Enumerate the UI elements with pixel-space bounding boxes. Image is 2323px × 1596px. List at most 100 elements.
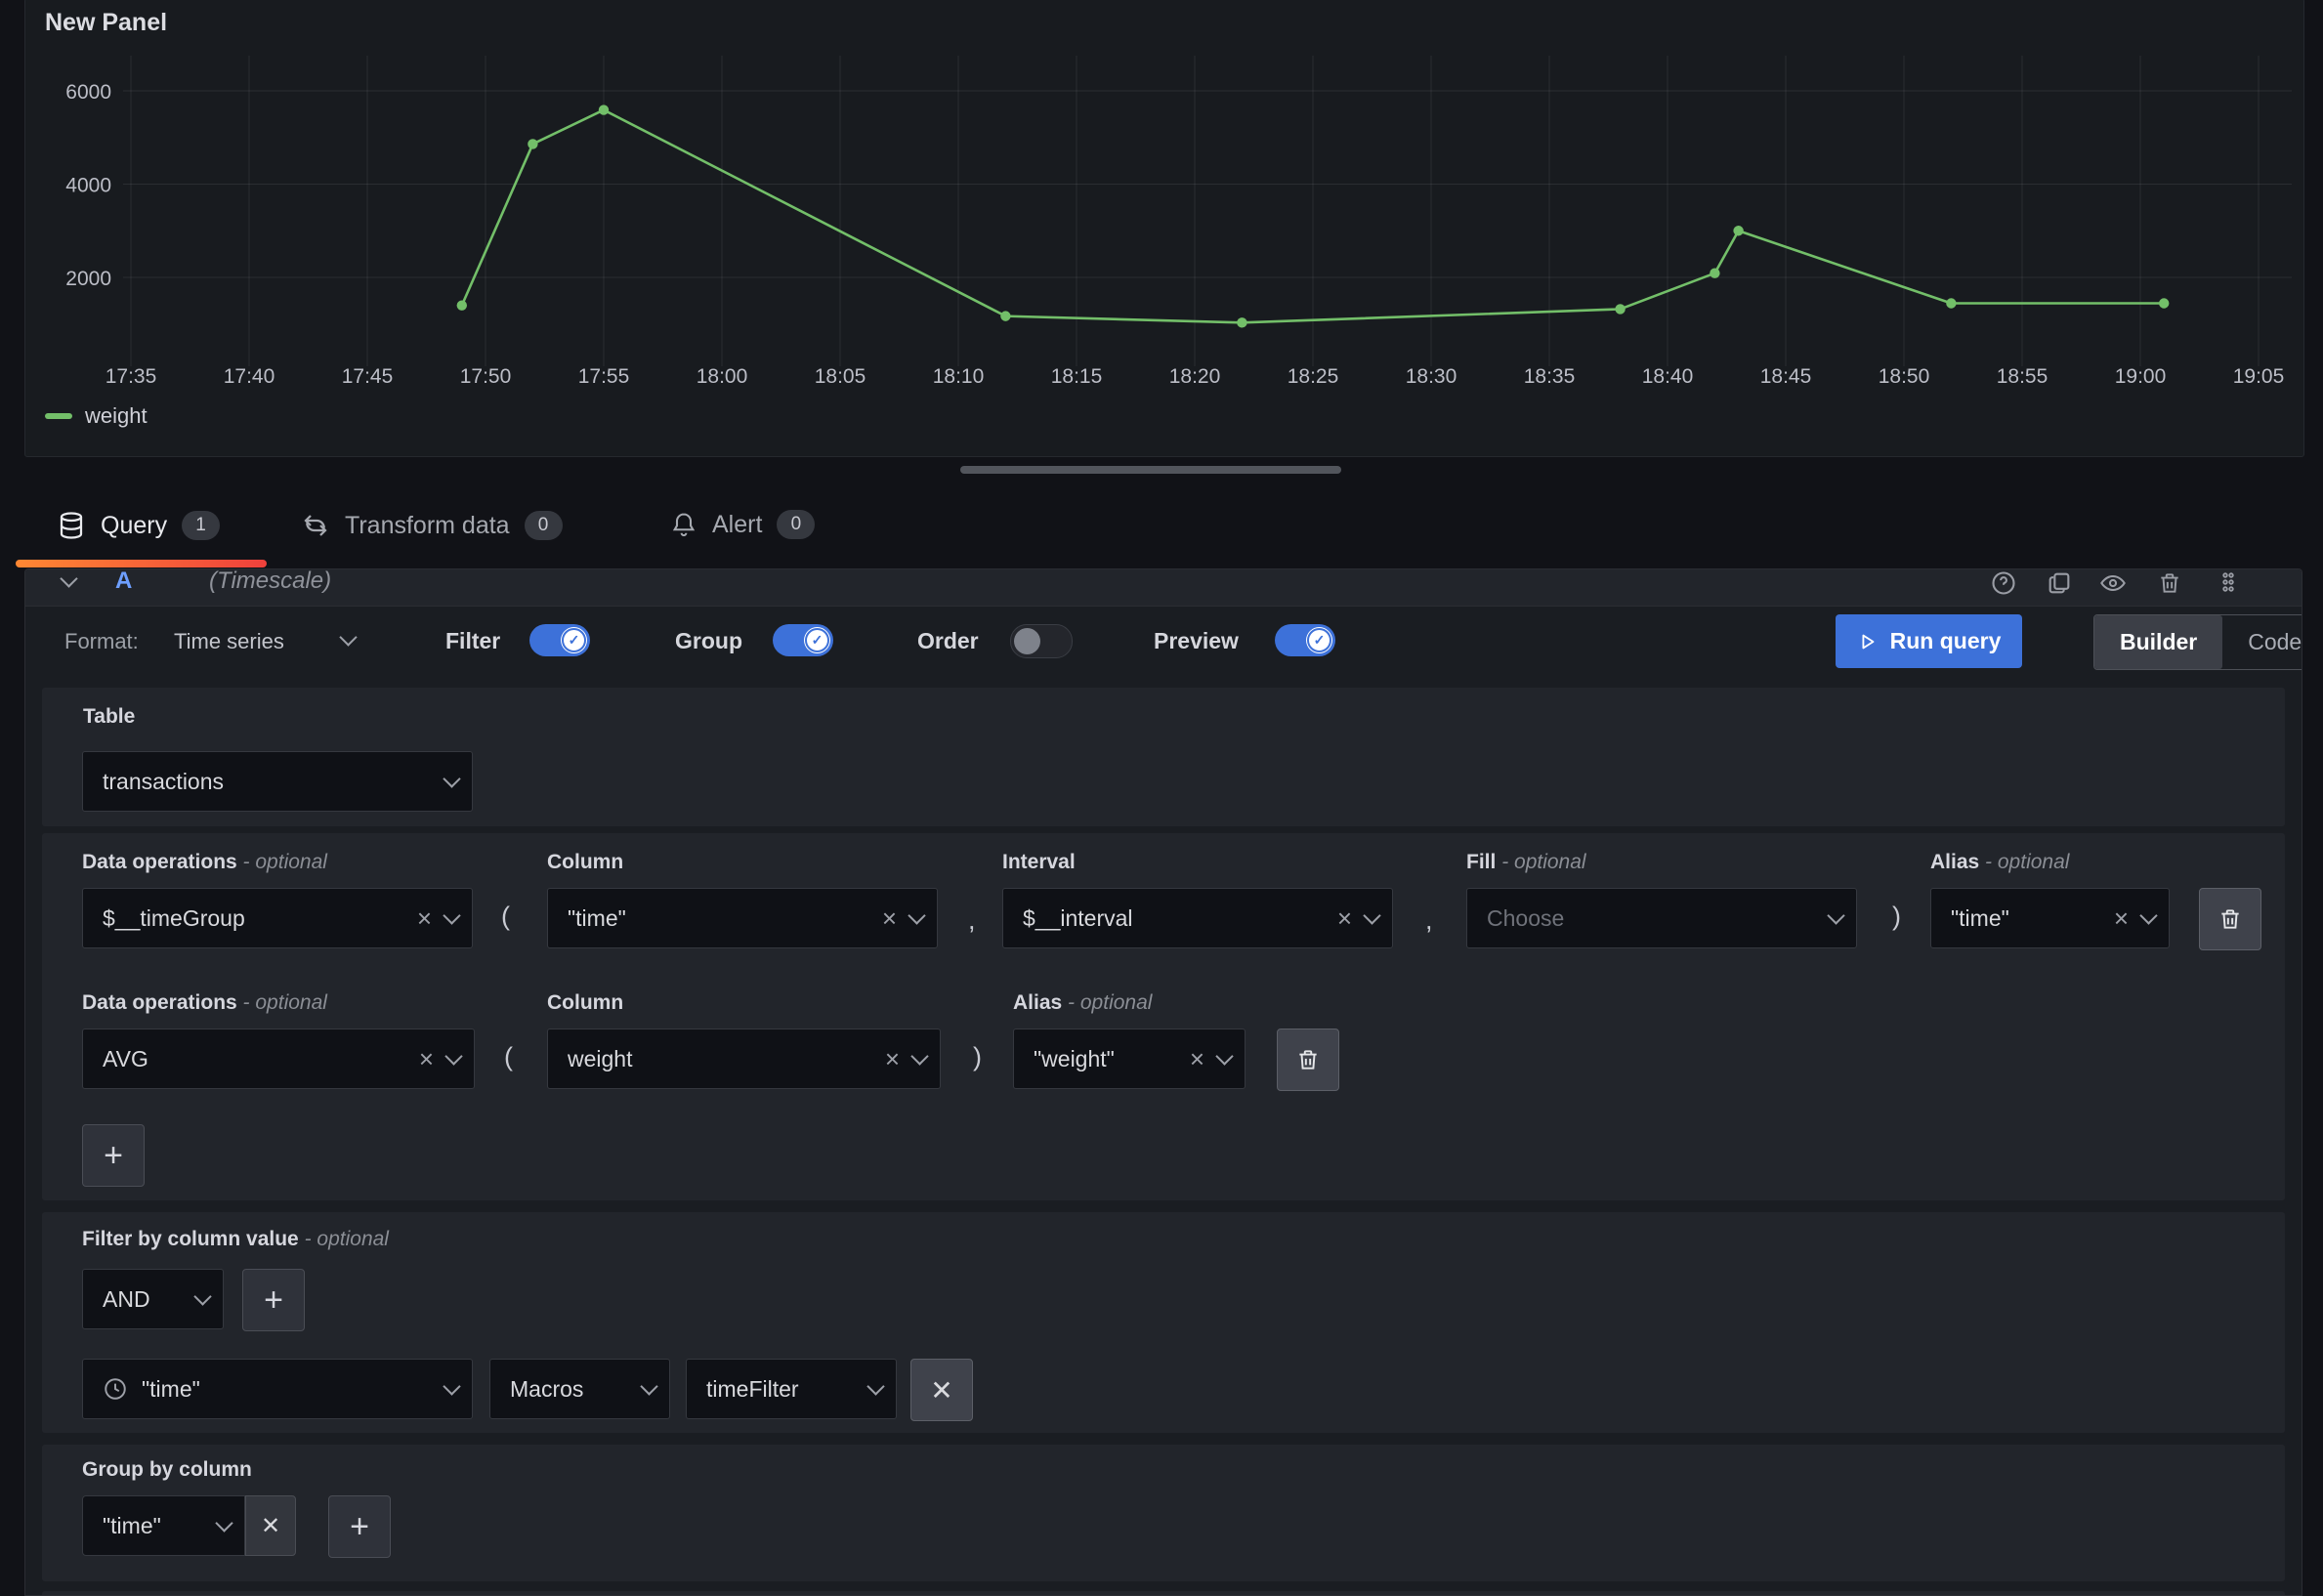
select-value: AVG bbox=[103, 1046, 419, 1072]
clear-icon[interactable]: × bbox=[1337, 905, 1352, 931]
svg-text:18:55: 18:55 bbox=[1997, 365, 2048, 388]
trash-icon[interactable] bbox=[2155, 569, 2184, 597]
add-group-by-button[interactable]: + bbox=[328, 1495, 391, 1558]
chevron-down-icon bbox=[908, 906, 925, 924]
column-label: Column bbox=[547, 851, 623, 874]
svg-text:18:20: 18:20 bbox=[1169, 365, 1221, 388]
chevron-down-icon bbox=[640, 1377, 657, 1395]
svg-text:17:35: 17:35 bbox=[106, 365, 157, 388]
chevron-down-icon bbox=[1827, 906, 1844, 924]
tab-query[interactable]: Query 1 bbox=[57, 510, 220, 541]
tab-alert[interactable]: Alert 0 bbox=[670, 510, 815, 539]
close-icon: ✕ bbox=[930, 1374, 952, 1407]
chevron-down-icon bbox=[339, 628, 357, 646]
filter-toggle-label: Filter bbox=[445, 628, 500, 654]
clear-icon[interactable]: × bbox=[417, 905, 432, 931]
chevron-down-icon bbox=[444, 1047, 462, 1065]
editor-mode-switch: Builder Code bbox=[2093, 614, 2302, 670]
clear-icon[interactable]: × bbox=[2114, 905, 2129, 931]
alias-select[interactable]: "weight" × bbox=[1013, 1029, 1246, 1089]
legend-series-label: weight bbox=[85, 403, 148, 429]
chevron-down-icon bbox=[60, 569, 77, 587]
editor-resize-handle[interactable] bbox=[960, 466, 1341, 474]
macro-select[interactable]: timeFilter bbox=[686, 1359, 897, 1419]
transform-icon bbox=[301, 510, 330, 541]
macro-group-select[interactable]: Macros bbox=[489, 1359, 670, 1419]
add-operation-button[interactable]: + bbox=[82, 1124, 145, 1187]
select-value: Macros bbox=[510, 1376, 641, 1403]
dataop-select[interactable]: $__timeGroup × bbox=[82, 888, 473, 948]
svg-text:18:30: 18:30 bbox=[1406, 365, 1457, 388]
group-toggle[interactable]: ✓ bbox=[773, 624, 833, 656]
alias-label: Alias - optional bbox=[1930, 851, 2069, 874]
select-value: "time" bbox=[142, 1376, 443, 1403]
group-toggle-label: Group bbox=[675, 628, 742, 654]
database-icon bbox=[57, 510, 86, 541]
add-filter-button[interactable]: + bbox=[242, 1269, 305, 1331]
dataop-select[interactable]: AVG × bbox=[82, 1029, 475, 1089]
format-select[interactable]: Time series bbox=[174, 629, 284, 654]
remove-filter-button[interactable]: ✕ bbox=[910, 1359, 973, 1421]
group-by-column-select[interactable]: "time" bbox=[82, 1495, 245, 1556]
chevron-down-icon bbox=[866, 1377, 884, 1395]
chart-legend[interactable]: weight bbox=[45, 403, 148, 429]
delete-row-button[interactable] bbox=[2199, 888, 2261, 950]
drag-handle-icon[interactable] bbox=[2214, 569, 2243, 597]
select-value: $__interval bbox=[1023, 905, 1337, 932]
svg-text:18:40: 18:40 bbox=[1642, 365, 1694, 388]
svg-text:18:45: 18:45 bbox=[1760, 365, 1812, 388]
tab-label: Query bbox=[101, 512, 167, 540]
run-query-button[interactable]: Run query bbox=[1836, 614, 2022, 668]
filter-section: Filter by column value - optional AND + … bbox=[42, 1212, 2285, 1433]
table-select[interactable]: transactions bbox=[82, 751, 473, 812]
help-circle-icon[interactable] bbox=[1989, 569, 2018, 597]
clear-icon[interactable]: × bbox=[882, 905, 897, 931]
builder-mode-option[interactable]: Builder bbox=[2094, 615, 2222, 669]
clock-icon bbox=[103, 1376, 128, 1402]
remove-group-by-button[interactable]: ✕ bbox=[245, 1495, 296, 1556]
collapse-query-button[interactable] bbox=[63, 569, 75, 601]
close-paren: ) bbox=[973, 1042, 982, 1072]
copy-icon[interactable] bbox=[2045, 569, 2074, 597]
clear-icon[interactable]: × bbox=[419, 1046, 434, 1071]
fill-label: Fill - optional bbox=[1466, 851, 1586, 874]
dataop-label: Data operations - optional bbox=[82, 991, 327, 1015]
alias-select[interactable]: "time" × bbox=[1930, 888, 2170, 948]
clear-icon[interactable]: × bbox=[1190, 1046, 1204, 1071]
eye-icon[interactable] bbox=[2098, 569, 2128, 597]
svg-text:18:10: 18:10 bbox=[933, 365, 985, 388]
chevron-down-icon bbox=[910, 1047, 928, 1065]
filter-section-label: Filter by column value - optional bbox=[82, 1228, 389, 1251]
tab-label: Transform data bbox=[345, 512, 510, 540]
preview-toggle[interactable]: ✓ bbox=[1275, 624, 1335, 656]
toggle-knob: ✓ bbox=[561, 627, 587, 653]
clear-icon[interactable]: × bbox=[885, 1046, 900, 1071]
svg-text:17:40: 17:40 bbox=[224, 365, 275, 388]
preview-toggle-label: Preview bbox=[1154, 628, 1239, 654]
svg-text:18:25: 18:25 bbox=[1288, 365, 1339, 388]
select-value: weight bbox=[568, 1046, 885, 1072]
filter-operator-select[interactable]: AND bbox=[82, 1269, 224, 1329]
interval-select[interactable]: $__interval × bbox=[1002, 888, 1393, 948]
order-toggle[interactable] bbox=[1010, 624, 1073, 658]
code-mode-option[interactable]: Code bbox=[2222, 615, 2302, 669]
column-select[interactable]: "time" × bbox=[547, 888, 938, 948]
filter-toggle[interactable]: ✓ bbox=[529, 624, 590, 656]
legend-series-swatch bbox=[45, 413, 72, 419]
filter-column-select[interactable]: "time" bbox=[82, 1359, 473, 1419]
group-by-label: Group by column bbox=[82, 1458, 252, 1482]
interval-label: Interval bbox=[1002, 851, 1076, 874]
play-icon bbox=[1857, 630, 1879, 653]
select-placeholder: Choose bbox=[1487, 905, 1828, 932]
alias-label: Alias - optional bbox=[1013, 991, 1152, 1015]
alert-count-badge: 0 bbox=[777, 510, 815, 539]
fill-select[interactable]: Choose bbox=[1466, 888, 1857, 948]
tab-transform-data[interactable]: Transform data 0 bbox=[301, 510, 563, 541]
svg-text:6000: 6000 bbox=[65, 81, 111, 104]
table-section: Table transactions bbox=[42, 688, 2285, 826]
tab-label: Alert bbox=[712, 511, 762, 539]
delete-row-button[interactable] bbox=[1277, 1029, 1339, 1091]
chart-panel: 17:3517:4017:4517:5017:5518:0018:0518:10… bbox=[24, 0, 2304, 457]
column-select[interactable]: weight × bbox=[547, 1029, 941, 1089]
query-row-header[interactable]: A (Timescale) bbox=[25, 569, 2302, 607]
